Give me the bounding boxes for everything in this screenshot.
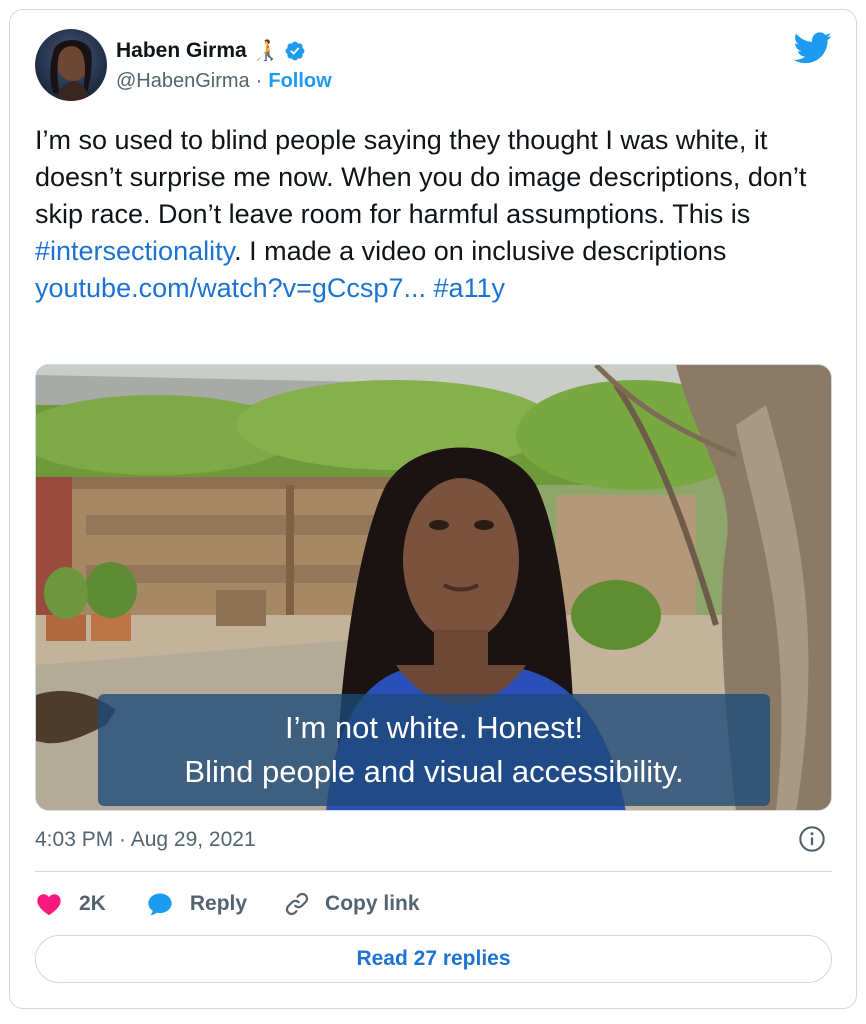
- caption-line-1: I’m not white. Honest!: [284, 710, 584, 745]
- author-handle[interactable]: @HabenGirma: [116, 70, 250, 93]
- action-bar: 2K Reply Copy link: [35, 887, 420, 921]
- video-thumbnail[interactable]: I’m not white. Honest! Blind people and …: [35, 364, 832, 811]
- like-button[interactable]: 2K: [35, 890, 106, 918]
- author-name-text[interactable]: Haben Girma: [116, 39, 247, 63]
- handle-line: @HabenGirma · Follow: [116, 70, 332, 93]
- tweet-text-part2: . I made a video on inclusive descriptio…: [234, 236, 727, 266]
- bird-icon[interactable]: [794, 32, 832, 64]
- hashtag-a11y[interactable]: #a11y: [433, 273, 505, 303]
- caption-line-2: Blind people and visual accessibility.: [184, 754, 684, 789]
- tweet-card: Haben Girma 🧑‍🦯 @HabenGirma · Follow I’m…: [9, 9, 857, 1009]
- heart-icon: [37, 894, 61, 916]
- reply-icon: [148, 893, 172, 916]
- youtube-link[interactable]: youtube.com/watch?v=gCcsp7...: [35, 273, 426, 303]
- info-icon[interactable]: [798, 825, 826, 853]
- separator-dot: ·: [255, 70, 263, 92]
- read-replies-button[interactable]: Read 27 replies: [35, 935, 832, 983]
- reply-label: Reply: [189, 892, 248, 915]
- tweet-timestamp[interactable]: 4:03 PM · Aug 29, 2021: [35, 828, 256, 852]
- author-name[interactable]: Haben Girma 🧑‍🦯: [116, 38, 306, 63]
- divider: [35, 871, 832, 872]
- copy-link-label: Copy link: [325, 892, 420, 915]
- copy-link-button[interactable]: Copy link: [283, 890, 420, 918]
- avatar[interactable]: [35, 29, 107, 101]
- reply-button[interactable]: Reply: [146, 890, 247, 918]
- link-icon: [285, 892, 309, 916]
- video-caption: I’m not white. Honest! Blind people and …: [98, 694, 770, 806]
- tweet-text: I’m so used to blind people saying they …: [35, 122, 835, 307]
- verified-icon: [285, 41, 305, 60]
- person-with-cane-emoji: 🧑‍🦯: [252, 40, 278, 62]
- tweet-text-part1: I’m so used to blind people saying they …: [35, 125, 807, 229]
- like-count: 2K: [79, 892, 106, 915]
- hashtag-intersectionality[interactable]: #intersectionality: [35, 236, 234, 266]
- follow-button[interactable]: Follow: [268, 70, 331, 93]
